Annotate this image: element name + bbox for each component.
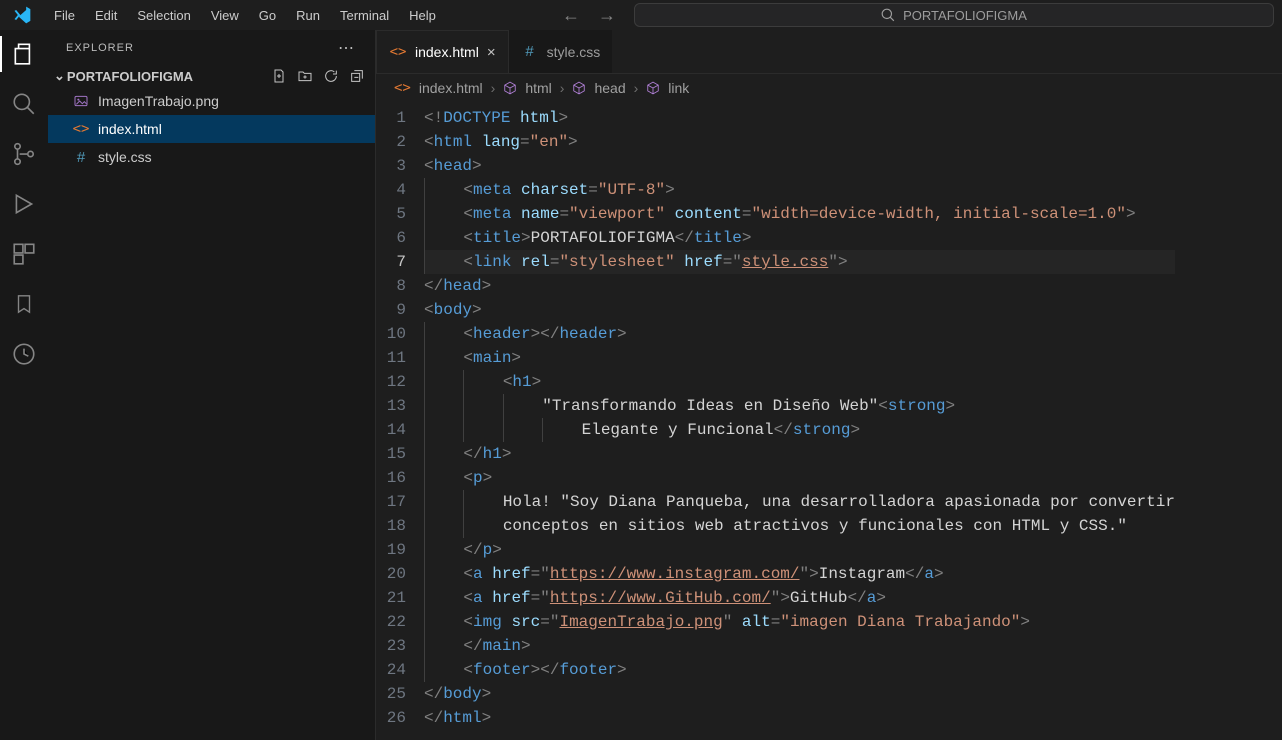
cube-icon — [646, 81, 660, 95]
breadcrumbs[interactable]: <>index.html›html›head›link — [376, 74, 1282, 102]
sidebar: EXPLORER ⋯ ⌄ PORTAFOLIOFIGMA ImagenTraba… — [48, 30, 376, 740]
menu-view[interactable]: View — [201, 4, 249, 27]
new-file-icon[interactable] — [271, 68, 287, 84]
extensions-icon[interactable] — [10, 240, 38, 268]
css-icon: # — [521, 43, 539, 60]
sidebar-title: EXPLORER — [66, 42, 134, 54]
tab-style.css[interactable]: # style.css — [509, 30, 614, 73]
sidebar-header: EXPLORER ⋯ — [48, 30, 375, 65]
nav-forward-icon[interactable]: → — [598, 5, 616, 26]
file-index.html[interactable]: <> index.html — [48, 115, 375, 143]
css-icon: # — [72, 149, 90, 166]
menu-help[interactable]: Help — [399, 4, 446, 27]
breadcrumb-part[interactable]: html — [525, 80, 551, 96]
command-center-text: PORTAFOLIOFIGMA — [903, 8, 1027, 23]
menu-edit[interactable]: Edit — [85, 4, 127, 27]
search-icon — [881, 8, 895, 22]
nav-back-icon[interactable]: ← — [562, 5, 580, 26]
close-icon[interactable]: × — [487, 44, 496, 61]
html-icon: <> — [72, 121, 90, 137]
tab-bar: <> index.html × # style.css — [376, 30, 1282, 74]
code-content[interactable]: <!DOCTYPE html><html lang="en"><head> <m… — [424, 102, 1175, 730]
tab-label: index.html — [415, 44, 479, 60]
bookmark-icon[interactable] — [10, 290, 38, 318]
command-center[interactable]: PORTAFOLIOFIGMA — [634, 3, 1274, 27]
folder-row[interactable]: ⌄ PORTAFOLIOFIGMA — [48, 65, 375, 87]
explorer-icon[interactable] — [10, 40, 38, 68]
file-label: ImagenTrabajo.png — [98, 93, 219, 109]
breadcrumb-part[interactable]: head — [594, 80, 625, 96]
search-icon[interactable] — [10, 90, 38, 118]
activity-bar — [0, 30, 48, 740]
sidebar-more-icon[interactable]: ⋯ — [338, 38, 355, 58]
file-label: style.css — [98, 149, 152, 165]
vscode-logo-icon — [8, 1, 36, 29]
timeline-icon[interactable] — [10, 340, 38, 368]
file-style.css[interactable]: # style.css — [48, 143, 375, 171]
menu-selection[interactable]: Selection — [127, 4, 200, 27]
menu-terminal[interactable]: Terminal — [330, 4, 399, 27]
run-debug-icon[interactable] — [10, 190, 38, 218]
cube-icon — [572, 81, 586, 95]
chevron-down-icon: ⌄ — [54, 68, 65, 84]
image-icon — [72, 93, 90, 109]
menubar: FileEditSelectionViewGoRunTerminalHelp ←… — [0, 0, 1282, 30]
tab-index.html[interactable]: <> index.html × — [376, 30, 509, 73]
collapse-all-icon[interactable] — [349, 68, 365, 84]
cube-icon — [503, 81, 517, 95]
folder-name: PORTAFOLIOFIGMA — [67, 69, 193, 84]
new-folder-icon[interactable] — [297, 68, 313, 84]
line-gutter: 1234567891011121314151617181920212223242… — [376, 102, 424, 730]
html-file-icon: <> — [394, 80, 411, 96]
editor-area: <>index.html×#style.css <>index.html›htm… — [376, 30, 1282, 740]
menu-file[interactable]: File — [44, 4, 85, 27]
menu-run[interactable]: Run — [286, 4, 330, 27]
code-editor[interactable]: 1234567891011121314151617181920212223242… — [376, 102, 1282, 730]
breadcrumb-part[interactable]: index.html — [419, 80, 483, 96]
refresh-icon[interactable] — [323, 68, 339, 84]
html-icon: <> — [389, 44, 407, 60]
breadcrumb-part[interactable]: link — [668, 80, 689, 96]
source-control-icon[interactable] — [10, 140, 38, 168]
menu-go[interactable]: Go — [249, 4, 286, 27]
file-ImagenTrabajo.png[interactable]: ImagenTrabajo.png — [48, 87, 375, 115]
tab-label: style.css — [547, 44, 601, 60]
file-label: index.html — [98, 121, 162, 137]
